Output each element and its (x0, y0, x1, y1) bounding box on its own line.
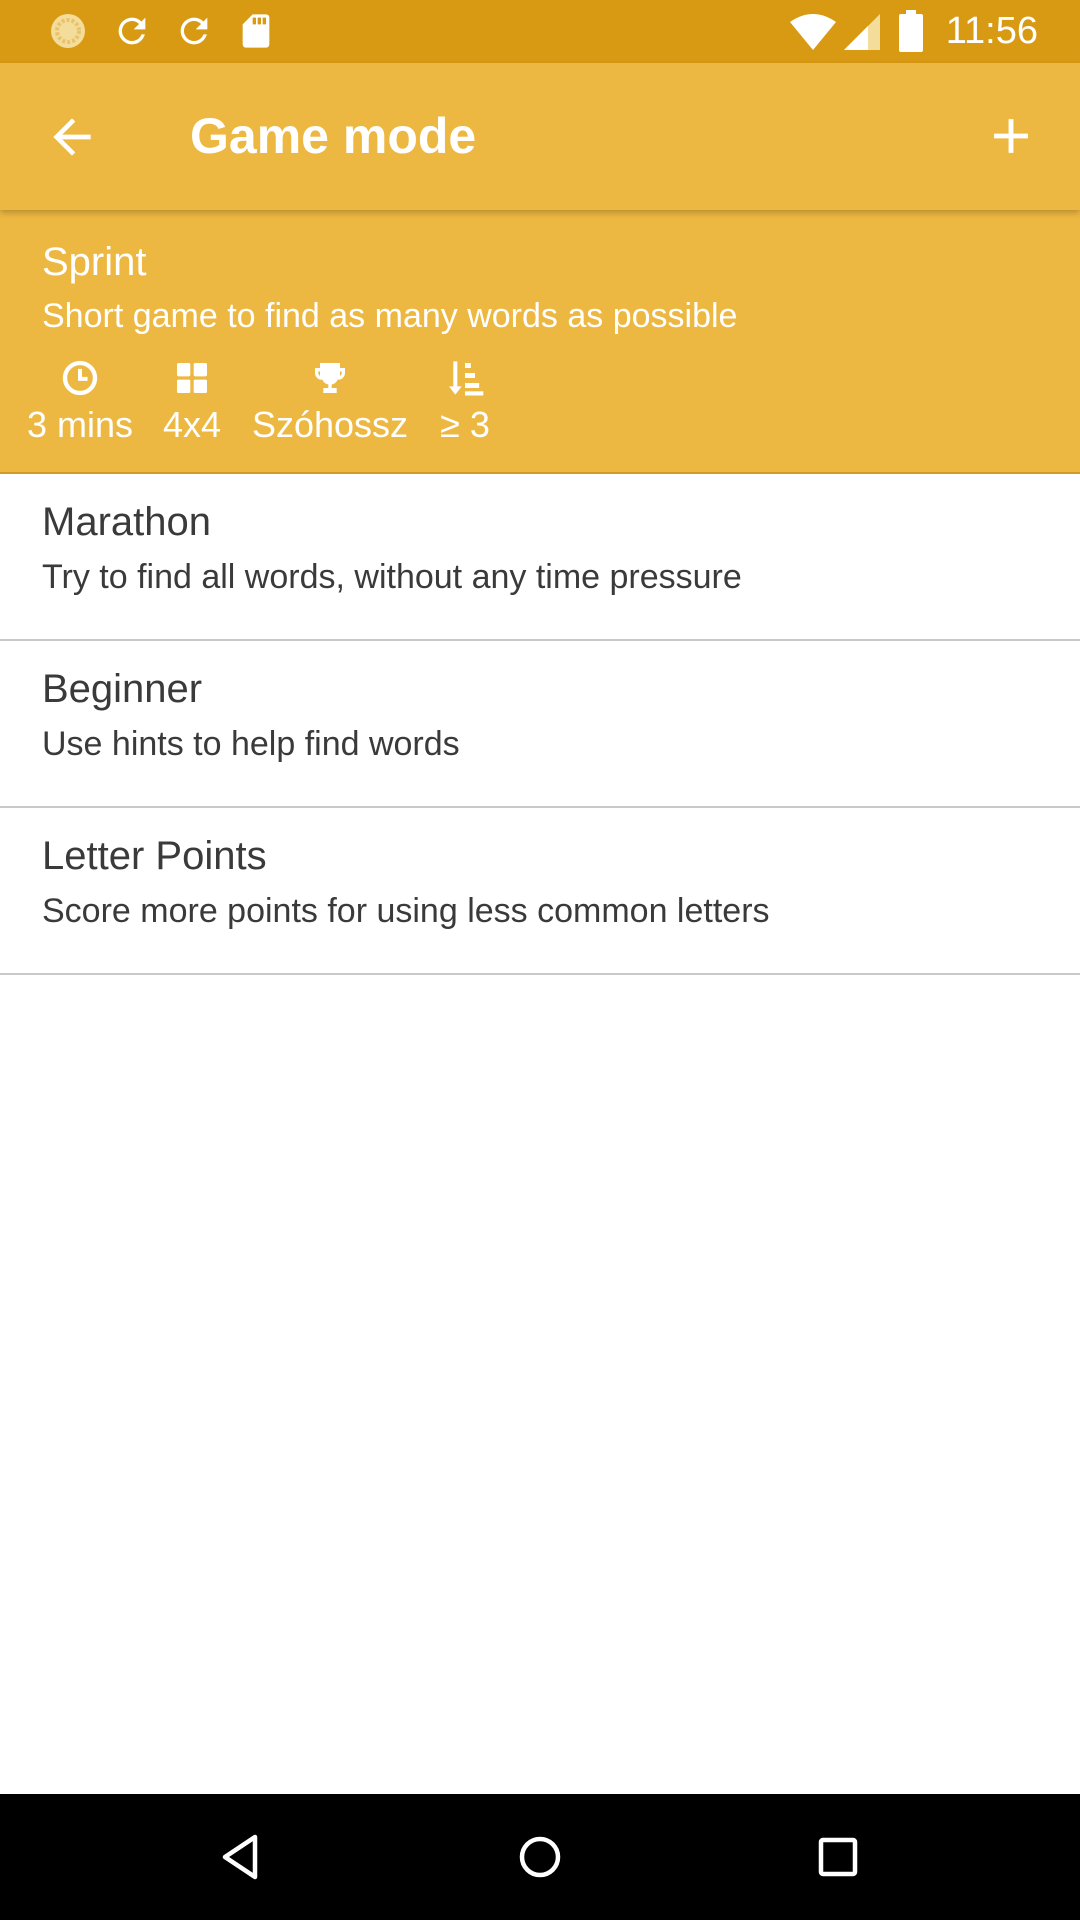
grid-icon (177, 363, 207, 393)
page-title: Game mode (190, 108, 477, 164)
clock-icon (62, 360, 98, 396)
mode-name: Marathon (42, 500, 211, 544)
nav-recents-icon[interactable] (808, 1827, 868, 1887)
stat-value: Szóhossz (251, 404, 409, 445)
stat-duration: 3 mins (20, 358, 140, 446)
stat-value: ≥ 3 (440, 404, 490, 445)
arrow-back-icon[interactable] (44, 109, 100, 165)
game-mode-list: Sprint Short game to find as many words … (0, 210, 1080, 975)
mode-description: Try to find all words, without any time … (42, 558, 742, 596)
battery-icon (899, 10, 923, 52)
mode-item-marathon[interactable]: Marathon Try to find all words, without … (0, 474, 1080, 641)
signal-icon (844, 14, 880, 50)
refresh-icon (180, 17, 208, 45)
stat-min-length: ≥ 3 (432, 358, 498, 446)
app-bar: Game mode (0, 63, 1080, 210)
nav-back-icon[interactable] (211, 1827, 271, 1887)
mode-stats: 3 mins 4x4 Szóhossz ≥ 3 (0, 358, 1080, 458)
plus-icon[interactable] (982, 107, 1040, 165)
stat-value: 3 mins (26, 404, 134, 445)
refresh-icon (118, 17, 146, 45)
stat-scoring: Szóhossz (244, 358, 416, 446)
mode-item-sprint[interactable]: Sprint Short game to find as many words … (0, 210, 1080, 474)
wifi-icon (790, 14, 836, 50)
stat-value: 4x4 (162, 404, 222, 445)
trophy-icon (315, 363, 345, 393)
navigation-bar (0, 1794, 1080, 1920)
nav-home-icon[interactable] (510, 1827, 570, 1887)
mode-description: Short game to find as many words as poss… (42, 297, 738, 335)
mode-description: Use hints to help find words (42, 725, 460, 763)
mode-name: Sprint (42, 240, 147, 284)
mode-name: Beginner (42, 667, 203, 711)
mode-item-beginner[interactable]: Beginner Use hints to help find words (0, 641, 1080, 808)
mode-name: Letter Points (42, 834, 267, 878)
sort-icon (449, 361, 484, 396)
sync-progress-icon (51, 14, 85, 48)
sd-card-icon (242, 14, 270, 48)
status-time: 11:56 (945, 10, 1038, 52)
status-bar: 11:56 (0, 0, 1080, 63)
mode-item-letter-points[interactable]: Letter Points Score more points for usin… (0, 808, 1080, 975)
mode-description: Score more points for using less common … (42, 892, 770, 930)
stat-board-size: 4x4 (155, 358, 229, 446)
